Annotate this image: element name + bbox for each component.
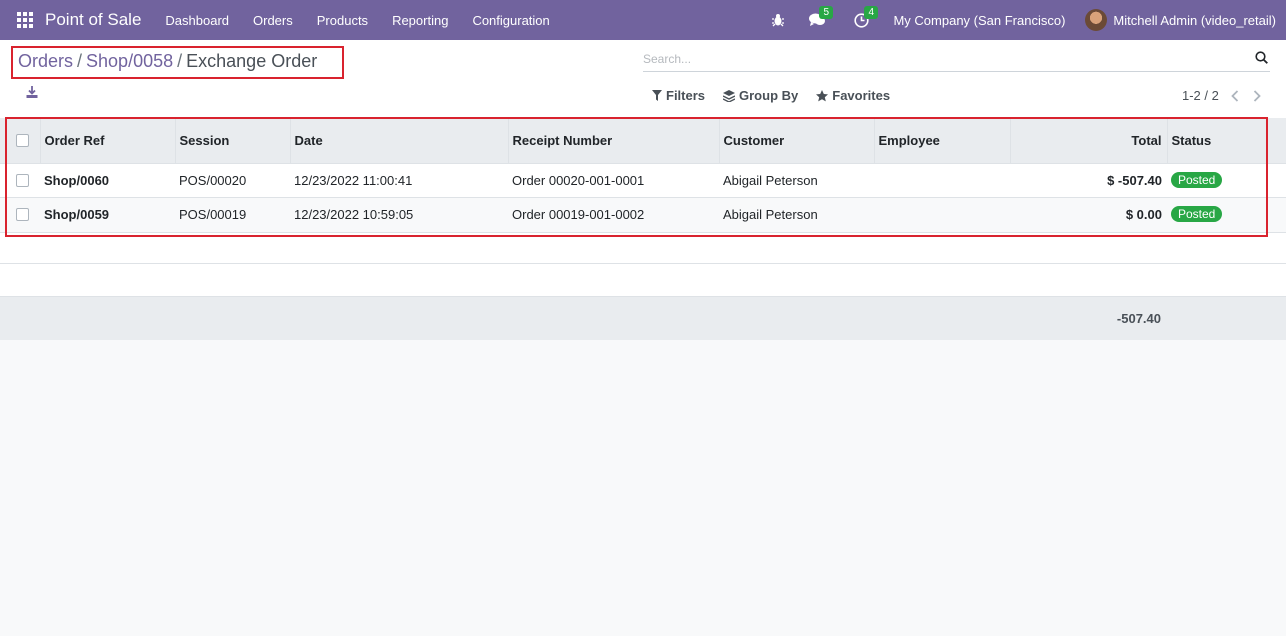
cell-customer: Abigail Peterson [719,196,874,231]
cell-order-ref: Shop/0060 [40,162,175,197]
empty-row [0,232,1286,264]
menu-configuration[interactable]: Configuration [460,13,561,28]
row-checkbox[interactable] [16,207,29,221]
menu-orders[interactable]: Orders [241,13,305,28]
cell-receipt-number: Order 00019-001-0002 [508,196,719,231]
next-icon[interactable] [1253,89,1261,102]
cell-status: Posted [1167,196,1286,231]
column-header-receipt-number[interactable]: Receipt Number [508,118,720,163]
breadcrumb-orders[interactable]: Orders [18,51,73,71]
search-input[interactable] [643,48,1233,70]
table-footer: -507.40 [0,296,1286,340]
cell-total: $ 0.00 [1010,196,1167,231]
pager: 1-2 / 2 [1182,88,1261,103]
user-avatar[interactable] [1085,9,1108,31]
cell-session: POS/00020 [175,162,290,197]
cell-date: 12/23/2022 11:00:41 [290,162,508,197]
status-badge: Posted [1171,172,1223,188]
cell-order-ref: Shop/0059 [40,196,175,231]
footer-total-sum: -507.40 [1116,311,1161,326]
table-row[interactable]: Shop/0060 POS/00020 12/23/2022 11:00:41 … [0,162,1286,197]
menu-products[interactable]: Products [305,13,380,28]
table-row[interactable]: Shop/0059 POS/00019 12/23/2022 10:59:05 … [0,196,1286,231]
search-options: Filters Group By Favorites [652,88,890,103]
orders-list: Order Ref Session Date Receipt Number Cu… [0,118,1286,231]
control-panel: Orders/Shop/0058/Exchange Order Filters … [0,40,1286,118]
download-icon[interactable] [26,86,40,100]
previous-icon[interactable] [1231,89,1239,102]
menu-dashboard[interactable]: Dashboard [153,13,241,28]
filter-icon [652,90,662,101]
layers-icon [723,89,736,102]
column-header-customer[interactable]: Customer [719,118,875,163]
app-name[interactable]: Point of Sale [45,10,141,30]
cell-customer: Abigail Peterson [719,162,874,197]
table-header: Order Ref Session Date Receipt Number Cu… [0,118,1286,163]
search-bar [643,48,1270,72]
cell-date: 12/23/2022 10:59:05 [290,196,508,231]
activity-clock-icon[interactable]: 4 [854,5,879,28]
cell-session: POS/00019 [175,196,290,231]
cell-receipt-number: Order 00020-001-0001 [508,162,719,197]
select-all-cell [0,118,41,163]
breadcrumb-current: Exchange Order [186,51,318,71]
company-switcher[interactable]: My Company (San Francisco) [893,13,1065,28]
apps-menu-icon[interactable] [17,12,33,28]
row-select-cell [0,196,40,231]
column-header-status[interactable]: Status [1167,118,1286,163]
breadcrumb: Orders / Shop/0058/Exchange Order [11,46,344,79]
favorites-button[interactable]: Favorites [816,88,890,103]
activity-count-badge: 4 [864,5,879,19]
top-navbar: Point of Sale Dashboard Orders Products … [0,0,1286,40]
status-badge: Posted [1171,206,1223,223]
cell-status: Posted [1167,162,1286,197]
cell-total: $ -507.40 [1010,162,1167,197]
cell-employee [874,196,1010,231]
breadcrumb-shop-0058[interactable]: Shop/0058 [86,51,173,71]
chat-count-badge: 5 [819,6,834,19]
chat-icon[interactable]: 5 [809,6,834,27]
row-checkbox[interactable] [16,173,29,187]
column-header-total[interactable]: Total [1010,118,1168,163]
column-header-order-ref[interactable]: Order Ref [40,118,176,163]
filters-label: Filters [666,88,706,103]
favorites-label: Favorites [832,88,891,103]
menu-reporting[interactable]: Reporting [380,13,460,28]
group-by-label: Group By [739,88,799,103]
group-by-button[interactable]: Group By [723,88,798,103]
debug-bug-icon[interactable] [771,13,785,27]
select-all-checkbox[interactable] [16,133,29,147]
column-header-session[interactable]: Session [175,118,291,163]
empty-row [0,264,1286,296]
pager-value[interactable]: 1-2 / 2 [1182,88,1219,103]
user-menu[interactable]: Mitchell Admin (video_retail) [1113,13,1276,28]
filters-button[interactable]: Filters [652,88,705,103]
row-select-cell [0,162,40,197]
star-icon [816,89,829,101]
cell-employee [874,162,1010,197]
column-header-date[interactable]: Date [290,118,509,163]
search-icon[interactable] [1255,51,1268,67]
column-header-employee[interactable]: Employee [874,118,1011,163]
